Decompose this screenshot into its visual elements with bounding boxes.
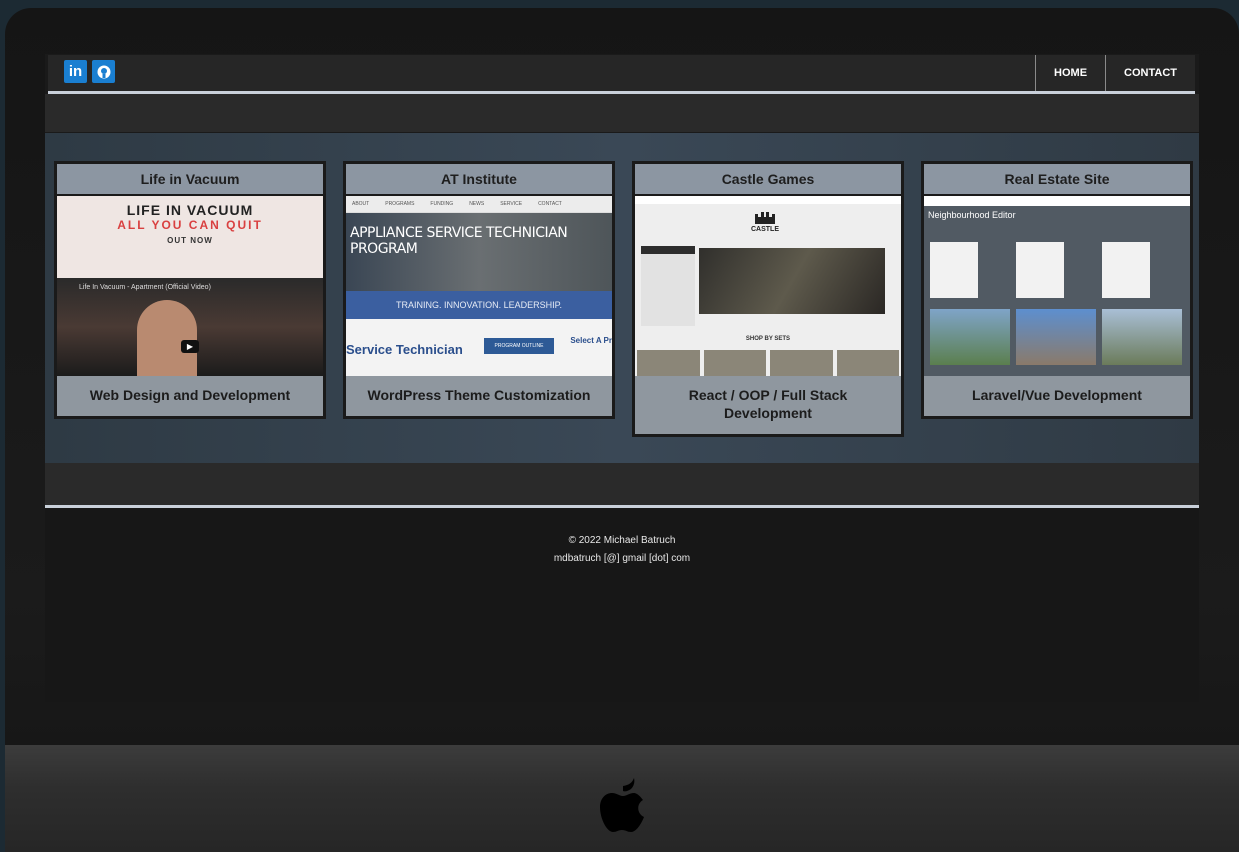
card-title: Real Estate Site [924, 164, 1190, 196]
project-card-real-estate[interactable]: Real Estate Site Neighbourhood Editor La… [921, 161, 1193, 419]
play-icon[interactable]: ▶ [181, 340, 199, 353]
at-select-label: Select A Pr [570, 336, 612, 345]
footer-email: mdbatruch [@] gmail [dot] com [553, 553, 691, 564]
realestate-form-column [1102, 242, 1150, 298]
at-nav-item: CONTACT [538, 201, 562, 207]
castle-logo: CASTLE [745, 210, 785, 240]
vacuum-headline: LIFE IN VACUUM [126, 202, 254, 218]
castle-logo-text: CASTLE [751, 226, 779, 233]
imac-monitor: in HOME CONTACT Life in Vacuum LIFE IN V… [5, 8, 1239, 852]
realestate-form-column [1016, 242, 1064, 298]
realestate-topbar [924, 196, 1190, 206]
card-title: Castle Games [635, 164, 901, 196]
nav-home-link[interactable]: HOME [1035, 55, 1105, 91]
castle-site-preview: CASTLE SHOP BY SETS [635, 196, 901, 376]
castle-icon [755, 212, 775, 224]
card-caption: Laravel/Vue Development [972, 387, 1142, 403]
card-caption: React / OOP / Full Stack Development [688, 387, 848, 421]
at-nav-item: ABOUT [352, 201, 370, 207]
at-site-preview: ABOUT PROGRAMS FUNDING NEWS SERVICE CONT… [346, 196, 612, 376]
at-nav-item: SERVICE [500, 201, 523, 207]
card-thumbnail[interactable]: ABOUT PROGRAMS FUNDING NEWS SERVICE CONT… [346, 196, 612, 376]
nav-links: HOME CONTACT [1035, 55, 1195, 91]
video-still [137, 300, 197, 376]
spacer-band [45, 463, 1199, 508]
video-title: Life In Vacuum - Apartment (Official Vid… [79, 284, 211, 291]
at-site-nav: ABOUT PROGRAMS FUNDING NEWS SERVICE CONT… [346, 196, 612, 213]
card-title: Life in Vacuum [57, 164, 323, 196]
card-caption: Web Design and Development [89, 387, 291, 403]
projects-section: Life in Vacuum LIFE IN VACUUM ALL YOU CA… [45, 133, 1199, 463]
card-caption: WordPress Theme Customization [367, 387, 591, 403]
card-thumbnail[interactable]: Neighbourhood Editor [924, 196, 1190, 376]
linkedin-icon[interactable]: in [64, 60, 87, 83]
realestate-site-preview: Neighbourhood Editor [924, 196, 1190, 376]
at-tagline: TRAINING. INNOVATION. LEADERSHIP. [346, 291, 612, 319]
castle-topbar [635, 196, 901, 204]
realestate-editor-title: Neighbourhood Editor [928, 210, 1016, 220]
vacuum-video[interactable]: Life In Vacuum - Apartment (Official Vid… [57, 278, 323, 376]
at-hero-title: APPLIANCE SERVICE TECHNICIAN PROGRAM [350, 225, 568, 257]
card-thumbnail[interactable]: CASTLE SHOP BY SETS [635, 196, 901, 376]
vacuum-banner: LIFE IN VACUUM ALL YOU CAN QUIT OUT NOW [57, 196, 323, 278]
at-nav-item: PROGRAMS [385, 201, 415, 207]
neighbourhood-photo [1102, 309, 1182, 365]
project-card-vacuum[interactable]: Life in Vacuum LIFE IN VACUUM ALL YOU CA… [54, 161, 326, 419]
at-nav-item: FUNDING [430, 201, 454, 207]
top-navbar: in HOME CONTACT [48, 55, 1195, 94]
spacer-band [45, 94, 1199, 132]
castle-shop-heading: SHOP BY SETS [745, 336, 791, 342]
neighbourhood-photo [1016, 309, 1096, 365]
castle-sidebar [641, 246, 695, 326]
realestate-form-column [930, 242, 978, 298]
at-program-button: PROGRAM OUTLINE [484, 338, 554, 354]
vacuum-out-now: OUT NOW [167, 236, 213, 245]
castle-hero [699, 248, 885, 314]
website-screen: in HOME CONTACT Life in Vacuum LIFE IN V… [45, 54, 1199, 702]
card-title: AT Institute [346, 164, 612, 196]
github-icon[interactable] [92, 60, 115, 83]
castle-product-tiles [635, 350, 901, 376]
project-card-castle-games[interactable]: Castle Games CASTLE SHOP BY SETS React /… [632, 161, 904, 437]
apple-logo-icon [600, 778, 644, 832]
at-service-heading: Service Technician [346, 342, 463, 357]
project-card-at-institute[interactable]: AT Institute ABOUT PROGRAMS FUNDING NEWS… [343, 161, 615, 419]
card-thumbnail[interactable]: LIFE IN VACUUM ALL YOU CAN QUIT OUT NOW … [57, 196, 323, 376]
vacuum-subline: ALL YOU CAN QUIT [117, 218, 263, 232]
nav-contact-link[interactable]: CONTACT [1105, 55, 1195, 91]
at-hero: APPLIANCE SERVICE TECHNICIAN PROGRAM [346, 213, 612, 291]
site-footer: © 2022 Michael Batruch mdbatruch [@] gma… [45, 508, 1199, 702]
neighbourhood-photo [930, 309, 1010, 365]
at-nav-item: NEWS [469, 201, 485, 207]
footer-copyright: © 2022 Michael Batruch [568, 535, 676, 546]
